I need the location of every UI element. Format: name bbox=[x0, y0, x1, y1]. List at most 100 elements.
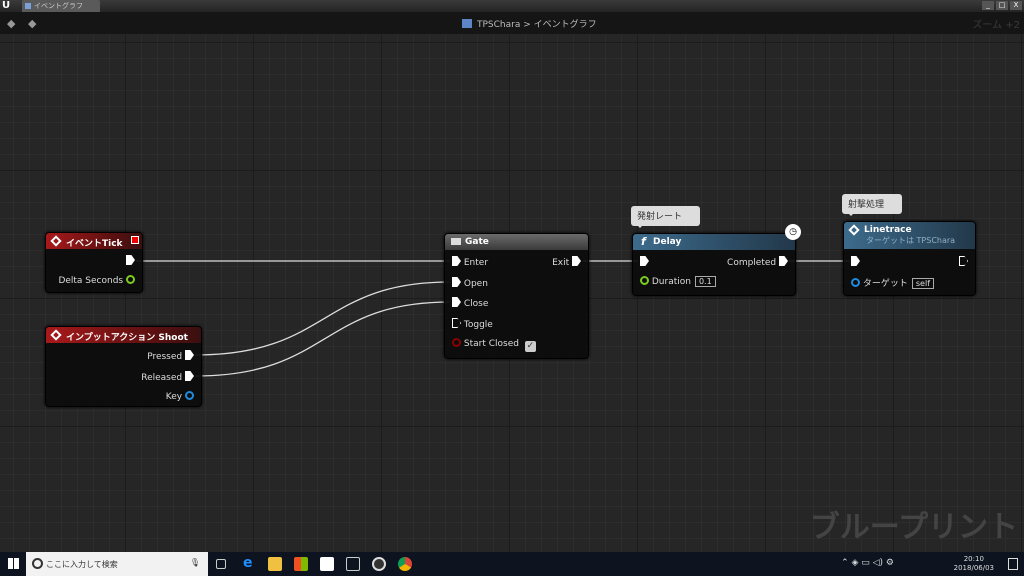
blueprint-icon bbox=[462, 19, 472, 28]
pin-open[interactable]: Open bbox=[452, 277, 488, 289]
node-delay[interactable]: f Delay Completed Duration 0.1 bbox=[632, 233, 796, 296]
title-bar: U イベントグラフ _ □ X bbox=[0, 0, 1024, 12]
pin-exit[interactable]: Exit bbox=[552, 256, 581, 268]
epic-launcher-icon[interactable] bbox=[346, 557, 360, 571]
pin-label: Released bbox=[141, 373, 183, 383]
graph-toolbar: ◆ ◆ TPSChara > イベントグラフ ズーム +2 bbox=[0, 12, 1024, 34]
node-title: インプットアクション Shoot bbox=[66, 333, 188, 343]
function-icon bbox=[848, 224, 860, 236]
back-arrow-icon[interactable]: ◆ bbox=[7, 17, 15, 30]
node-event-tick[interactable]: イベントTick Delta Seconds bbox=[45, 232, 143, 293]
blueprint-watermark: ブループリント bbox=[809, 510, 1018, 545]
exec-out-pin[interactable] bbox=[126, 255, 135, 267]
taskbar: ここに入力して検索 🎙 e ⌃ ◈ ▭ ◁) ⚙ 20:10 2018/06/03 bbox=[0, 552, 1024, 576]
mail-icon[interactable] bbox=[320, 557, 334, 571]
unreal-logo: U bbox=[2, 0, 11, 11]
latent-clock-icon: ◷ bbox=[785, 224, 801, 240]
blueprint-graph-canvas[interactable]: イベントTick Delta Seconds インプットアクション Shoot … bbox=[0, 34, 1024, 552]
notifications-icon[interactable] bbox=[1008, 558, 1018, 570]
store-icon[interactable] bbox=[294, 557, 308, 571]
function-icon: f bbox=[641, 235, 646, 248]
date: 2018/06/03 bbox=[953, 564, 994, 572]
pin-delta-seconds[interactable]: Delta Seconds bbox=[58, 275, 135, 286]
breadcrumb-separator: > bbox=[523, 20, 531, 30]
cortana-icon bbox=[32, 558, 43, 569]
pin-start-closed[interactable]: Start Closed ✓ bbox=[452, 338, 536, 352]
file-explorer-icon[interactable] bbox=[268, 557, 282, 571]
pin-label: Pressed bbox=[147, 352, 183, 362]
pin-key[interactable]: Key bbox=[166, 391, 194, 402]
pin-enter[interactable]: Enter bbox=[452, 256, 488, 268]
pin-duration[interactable]: Duration 0.1 bbox=[640, 276, 716, 287]
pin-label: Toggle bbox=[463, 320, 493, 330]
pin-target[interactable]: ターゲット self bbox=[851, 276, 935, 289]
start-closed-checkbox[interactable]: ✓ bbox=[524, 341, 536, 352]
node-header: Gate bbox=[445, 234, 588, 250]
microphone-icon[interactable]: 🎙 bbox=[190, 558, 200, 567]
pin-label: Completed bbox=[727, 258, 777, 268]
breadcrumb-leaf[interactable]: イベントグラフ bbox=[534, 20, 597, 30]
pin-label: Open bbox=[463, 279, 488, 289]
exec-in-pin[interactable] bbox=[640, 256, 649, 268]
event-icon bbox=[50, 329, 62, 341]
node-header: インプットアクション Shoot bbox=[46, 327, 201, 343]
pin-label: ターゲット bbox=[862, 279, 908, 289]
clock[interactable]: 20:10 2018/06/03 bbox=[954, 555, 994, 573]
minimize-button[interactable]: _ bbox=[982, 1, 994, 10]
pin-label: Key bbox=[165, 392, 183, 402]
node-header: f Delay bbox=[633, 234, 795, 250]
wire-released-to-close bbox=[194, 301, 451, 377]
pin-pressed[interactable]: Pressed bbox=[147, 350, 194, 362]
node-title: Gate bbox=[465, 237, 489, 247]
node-subtitle: ターゲットは TPSChara bbox=[866, 236, 956, 245]
chrome-icon[interactable] bbox=[398, 557, 412, 571]
maximize-button[interactable]: □ bbox=[996, 1, 1008, 10]
pin-label: Exit bbox=[552, 258, 570, 268]
node-gate[interactable]: Gate Enter Exit Open Close Toggle Start … bbox=[444, 233, 589, 359]
system-tray-icons[interactable]: ⌃ ◈ ▭ ◁) ⚙ bbox=[841, 558, 894, 568]
windows-start-icon[interactable] bbox=[8, 558, 19, 569]
zoom-level: ズーム +2 bbox=[972, 20, 1020, 31]
target-input[interactable]: self bbox=[911, 278, 935, 289]
comment-bubble-linetrace[interactable]: 射撃処理 bbox=[842, 194, 903, 216]
tab-label: イベントグラフ bbox=[34, 2, 83, 10]
unreal-editor-icon[interactable] bbox=[372, 557, 386, 571]
exec-out-pin[interactable] bbox=[959, 256, 968, 268]
pin-label: Enter bbox=[463, 258, 489, 268]
exec-in-pin[interactable] bbox=[851, 256, 860, 268]
gate-icon bbox=[451, 238, 461, 245]
comment-bubble-delay[interactable]: 発射レート bbox=[631, 206, 701, 228]
comment-text: 発射レート bbox=[637, 212, 683, 222]
forward-arrow-icon[interactable]: ◆ bbox=[28, 17, 36, 30]
pin-label: Start Closed bbox=[463, 339, 519, 349]
duration-input[interactable]: 0.1 bbox=[694, 276, 716, 287]
node-header: Linetrace ターゲットは TPSChara bbox=[844, 222, 975, 249]
node-input-action-shoot[interactable]: インプットアクション Shoot Pressed Released Key bbox=[45, 326, 202, 407]
node-title: Delay bbox=[653, 237, 682, 247]
close-button[interactable]: X bbox=[1010, 1, 1022, 10]
event-icon bbox=[50, 235, 62, 247]
task-view-icon[interactable] bbox=[216, 559, 226, 569]
pin-label: Delta Seconds bbox=[58, 276, 124, 286]
pin-close[interactable]: Close bbox=[452, 297, 488, 309]
breadcrumb: TPSChara > イベントグラフ bbox=[462, 17, 597, 30]
delegate-pin-icon[interactable] bbox=[131, 236, 139, 244]
pin-label: Duration bbox=[651, 277, 691, 287]
node-linetrace[interactable]: Linetrace ターゲットは TPSChara ターゲット self bbox=[843, 221, 976, 296]
search-placeholder: ここに入力して検索 bbox=[46, 560, 118, 569]
taskbar-search[interactable]: ここに入力して検索 🎙 bbox=[26, 552, 208, 576]
time: 20:10 bbox=[963, 555, 984, 563]
edge-icon[interactable]: e bbox=[243, 555, 257, 571]
node-title: イベントTick bbox=[66, 239, 123, 249]
node-header: イベントTick bbox=[46, 233, 142, 249]
graph-icon bbox=[25, 3, 31, 9]
pin-toggle[interactable]: Toggle bbox=[452, 318, 493, 330]
wire-pressed-to-open bbox=[194, 281, 451, 356]
pin-released[interactable]: Released bbox=[141, 371, 194, 383]
breadcrumb-root[interactable]: TPSChara bbox=[477, 20, 520, 30]
node-title: Linetrace bbox=[864, 225, 912, 235]
pin-completed[interactable]: Completed bbox=[727, 256, 788, 268]
pin-label: Close bbox=[463, 299, 489, 309]
tab-event-graph[interactable]: イベントグラフ bbox=[22, 0, 100, 12]
comment-text: 射撃処理 bbox=[848, 200, 885, 210]
